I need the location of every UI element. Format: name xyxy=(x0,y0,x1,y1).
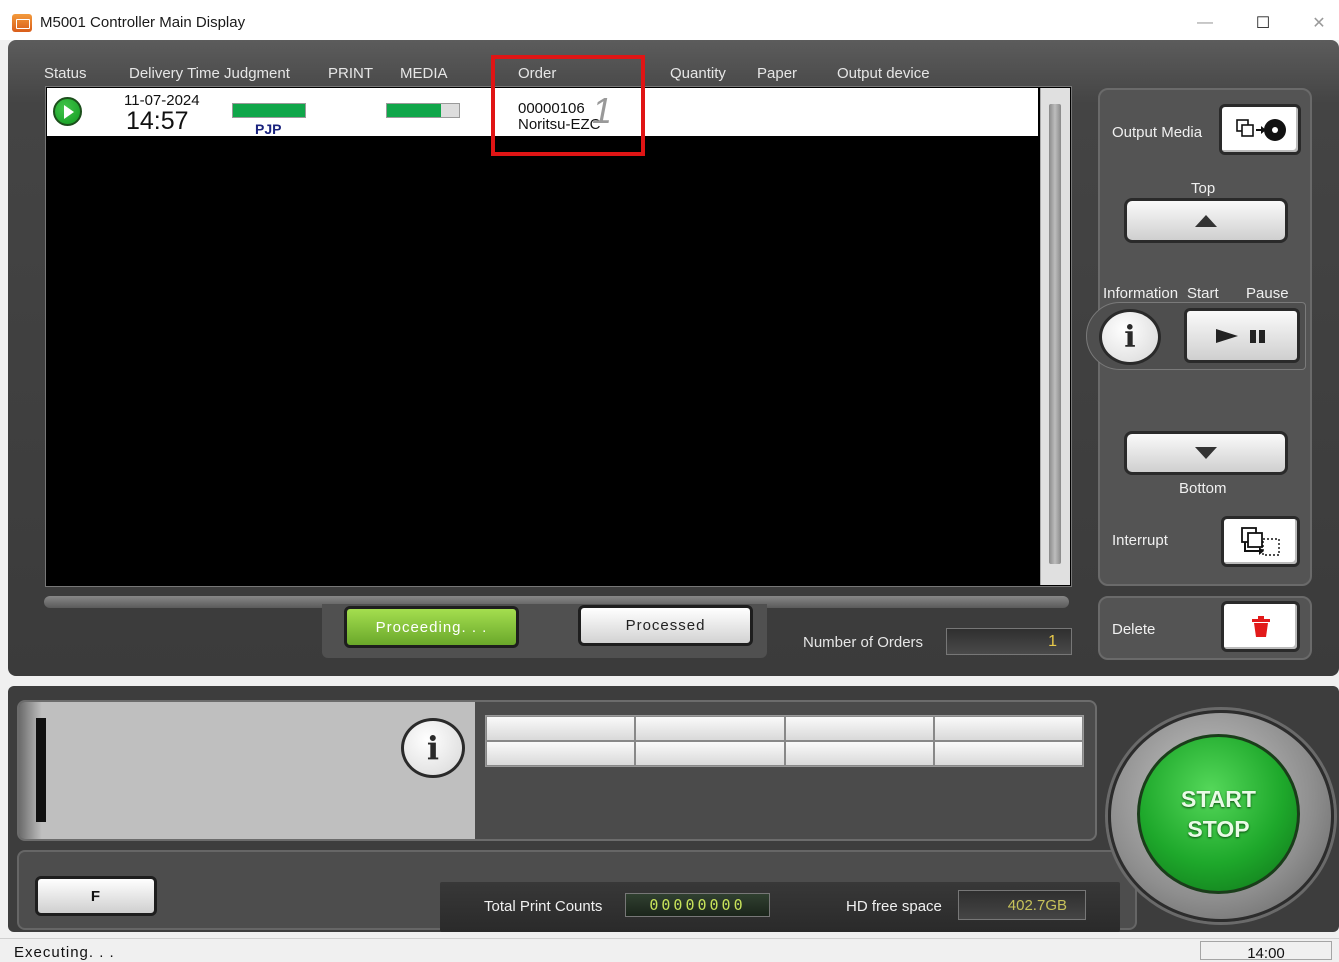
column-header-delivery: Delivery Time Judgment xyxy=(129,65,290,82)
trash-icon xyxy=(1251,615,1270,637)
stop-label: STOP xyxy=(1187,816,1250,842)
window-title: M5001 Controller Main Display xyxy=(40,14,246,31)
maximize-button[interactable]: ☐ xyxy=(1240,8,1286,38)
total-print-counts-label: Total Print Counts xyxy=(484,898,603,915)
start-pause-button[interactable] xyxy=(1184,308,1300,363)
pause-label: Pause xyxy=(1246,285,1289,302)
status-text: Executing. . . xyxy=(14,944,115,961)
arrow-down-icon xyxy=(1195,447,1217,459)
output-media-icon xyxy=(1236,118,1286,141)
info-icon: i xyxy=(1124,319,1136,355)
interrupt-button[interactable] xyxy=(1221,516,1300,567)
hd-free-space-label: HD free space xyxy=(846,898,942,915)
job-detail-grid xyxy=(485,715,1084,767)
column-header-paper: Paper xyxy=(757,65,798,82)
bottom-label: Bottom xyxy=(1179,480,1227,497)
print-progress-fill xyxy=(233,104,305,117)
grid-cell xyxy=(635,716,785,741)
total-print-counts-value: 00000000 xyxy=(625,893,770,917)
close-button[interactable]: ✕ xyxy=(1296,8,1339,38)
grid-cell xyxy=(486,716,636,741)
order-list[interactable] xyxy=(45,86,1072,587)
app-icon xyxy=(12,14,32,32)
move-bottom-button[interactable] xyxy=(1124,431,1288,475)
delete-button[interactable] xyxy=(1221,601,1300,652)
minimize-button[interactable]: — xyxy=(1182,8,1228,38)
output-media-label: Output Media xyxy=(1112,124,1203,141)
interrupt-icon xyxy=(1240,526,1280,556)
play-status-icon xyxy=(53,97,82,126)
order-time: 14:57 xyxy=(126,107,189,135)
top-label: Top xyxy=(1191,180,1216,197)
column-header-media: MEDIA xyxy=(400,65,448,82)
job-preview-area xyxy=(19,702,475,839)
grid-cell xyxy=(933,716,1083,741)
print-tag: PJP xyxy=(255,121,282,137)
grid-cell xyxy=(486,741,636,766)
start-label: Start xyxy=(1187,285,1219,302)
start-stop-button[interactable]: START STOP xyxy=(1137,734,1300,894)
number-of-orders-value: 1 xyxy=(946,628,1072,655)
status-clock: 14:00 xyxy=(1200,941,1332,962)
delete-label: Delete xyxy=(1112,621,1156,638)
interrupt-label: Interrupt xyxy=(1112,532,1168,549)
grid-cell xyxy=(933,741,1083,766)
tab-proceeding[interactable]: Proceeding. . . xyxy=(344,606,519,648)
job-indicator xyxy=(36,718,46,822)
media-progress-fill xyxy=(387,104,441,117)
column-header-status: Status xyxy=(44,65,87,82)
highlight-box xyxy=(491,55,645,156)
job-information-button[interactable]: i xyxy=(401,718,465,778)
info-icon: i xyxy=(426,729,440,767)
output-media-button[interactable] xyxy=(1219,104,1301,155)
information-button[interactable]: i xyxy=(1099,309,1161,365)
print-progress-bar xyxy=(232,103,306,118)
column-header-output-device: Output device xyxy=(837,65,930,82)
play-pause-icon xyxy=(1216,328,1265,343)
media-progress-bar xyxy=(386,103,460,118)
information-label: Information xyxy=(1103,285,1179,302)
grid-cell xyxy=(784,716,934,741)
column-header-print: PRINT xyxy=(328,65,373,82)
move-top-button[interactable] xyxy=(1124,198,1288,243)
status-bar xyxy=(0,938,1339,960)
column-header-quantity: Quantity xyxy=(670,65,726,82)
grid-cell xyxy=(784,741,934,766)
tab-processed[interactable]: Processed xyxy=(578,605,753,646)
hd-free-space-value: 402.7GB xyxy=(958,890,1086,920)
number-of-orders-label: Number of Orders xyxy=(803,634,924,651)
arrow-up-icon xyxy=(1195,214,1217,227)
start-label: START xyxy=(1181,786,1256,812)
f-button[interactable]: F xyxy=(35,876,157,916)
grid-cell xyxy=(635,741,785,766)
scrollbar-thumb[interactable] xyxy=(1049,104,1061,564)
